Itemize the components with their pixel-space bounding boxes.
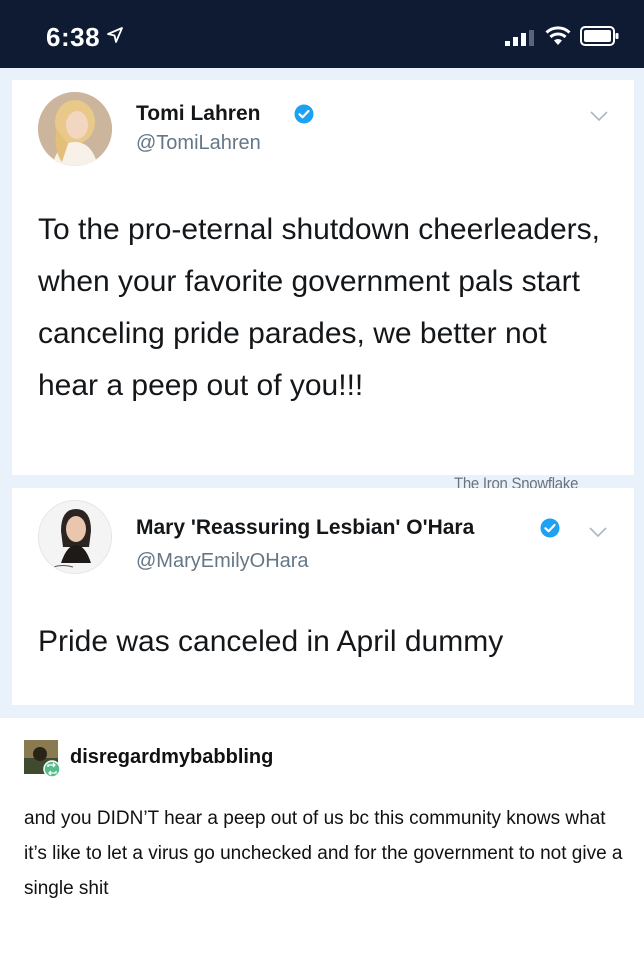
display-name[interactable]: Mary 'Reassuring Lesbian' O'Hara — [136, 516, 474, 540]
tweet-text: Pride was canceled in April dummy — [38, 625, 504, 658]
tweet-card[interactable]: Mary 'Reassuring Lesbian' O'Hara @MaryEm… — [12, 488, 634, 705]
reblog-post: disregardmybabbling and you DIDN’T hear … — [0, 718, 644, 960]
signal-icon — [505, 30, 534, 46]
profile-photo-icon — [39, 501, 111, 573]
wifi-icon — [545, 26, 571, 45]
verified-badge-icon — [540, 518, 560, 538]
avatar[interactable] — [38, 500, 112, 574]
verified-badge-icon — [294, 104, 314, 124]
reblog-avatar-icon[interactable] — [24, 740, 62, 778]
reblog-username[interactable]: disregardmybabbling — [70, 746, 273, 769]
display-name[interactable]: Tomi Lahren — [136, 102, 260, 126]
chevron-down-icon[interactable] — [588, 526, 608, 538]
handle[interactable]: @TomiLahren — [136, 132, 261, 155]
tweet-card[interactable]: Tomi Lahren @TomiLahren To the pro-etern… — [12, 80, 634, 475]
reblog-text: and you DIDN’T hear a peep out of us bc … — [24, 808, 623, 899]
tweet-text: To the pro-eternal shutdown cheerleaders… — [38, 213, 601, 402]
location-arrow-icon — [107, 27, 123, 43]
battery-icon — [580, 26, 619, 46]
status-time: 6:38 — [46, 22, 101, 52]
avatar[interactable] — [38, 92, 112, 166]
handle[interactable]: @MaryEmilyOHara — [136, 550, 309, 573]
status-bar: 6:38 — [0, 0, 644, 68]
chevron-down-icon[interactable] — [589, 110, 609, 122]
profile-photo-icon — [38, 92, 112, 166]
